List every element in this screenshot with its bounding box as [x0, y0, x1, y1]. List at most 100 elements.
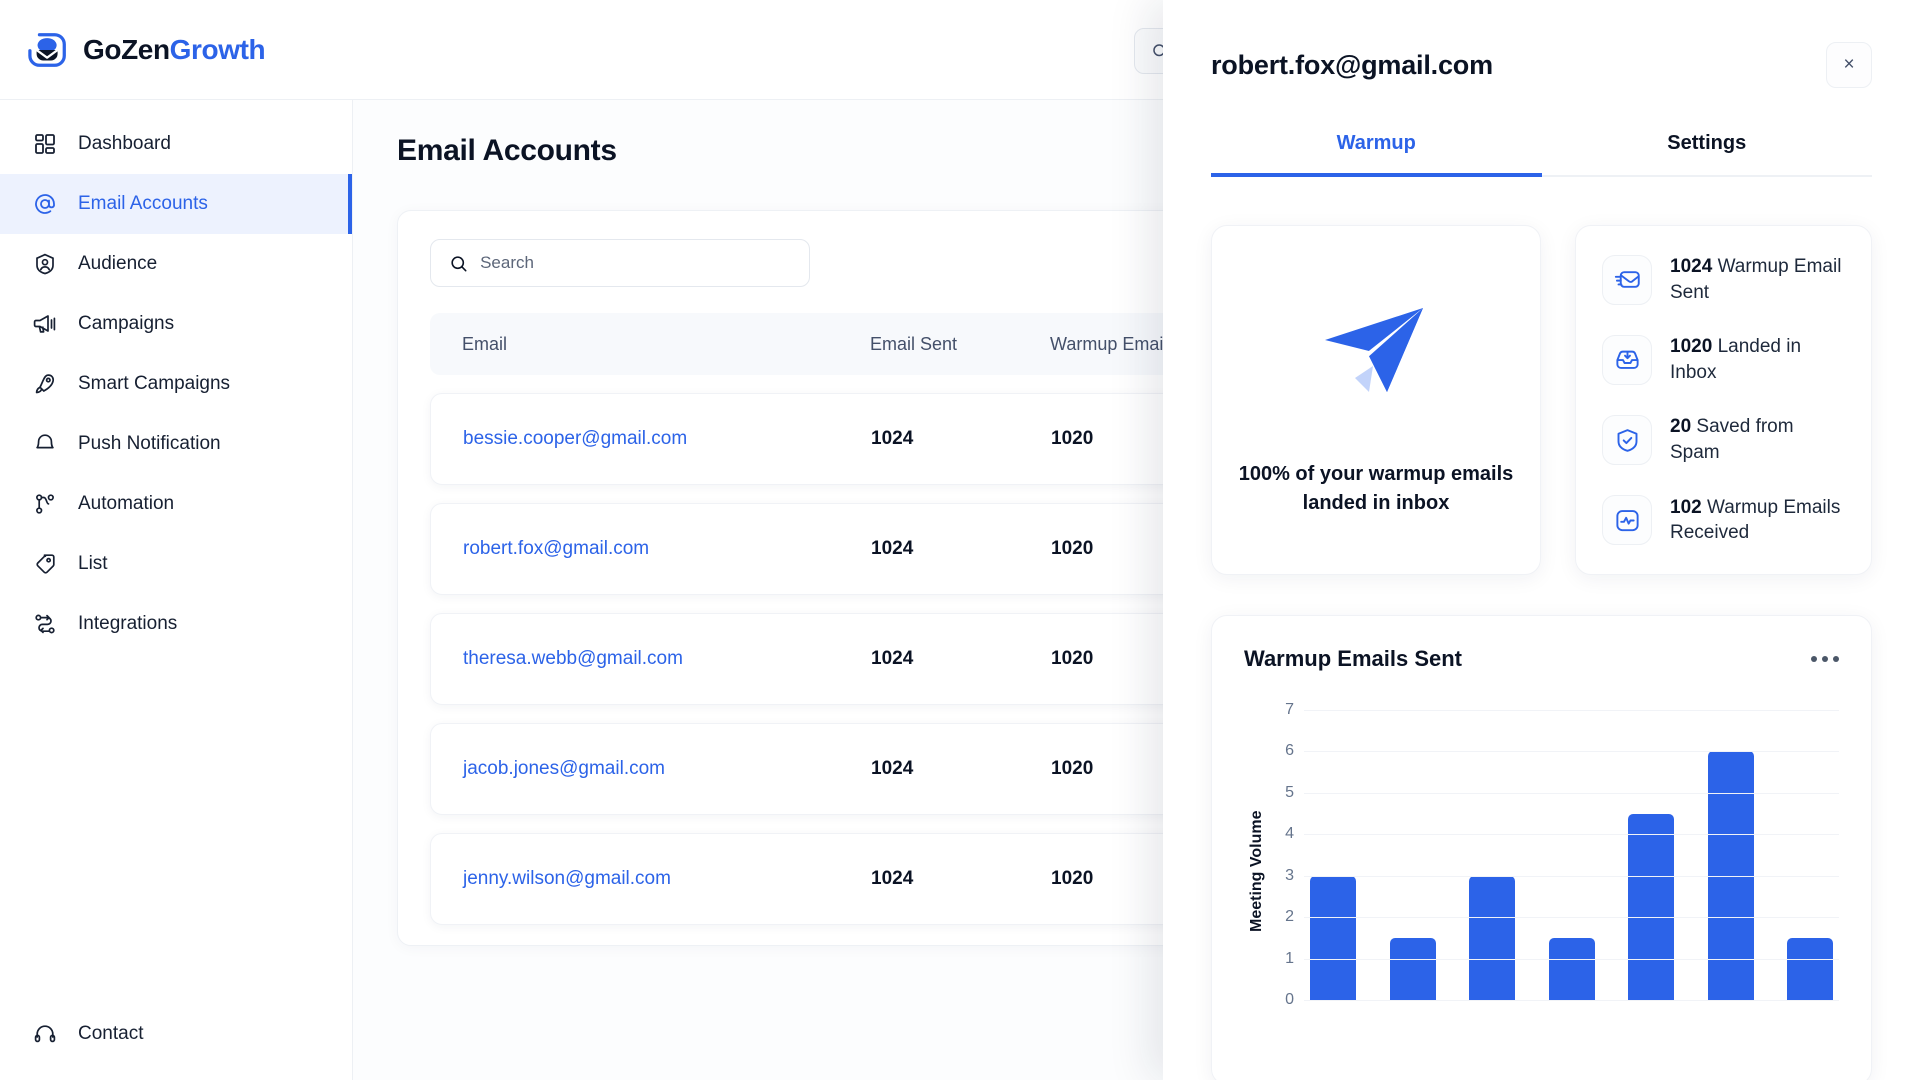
chart-header: Warmup Emails Sent	[1244, 646, 1839, 672]
activity-box-icon	[1602, 495, 1652, 546]
cell-email[interactable]: jenny.wilson@gmail.com	[463, 868, 871, 890]
at-sign-icon	[32, 191, 58, 217]
chart-gridline	[1304, 834, 1839, 836]
chart-gridline	[1304, 917, 1839, 919]
user-shield-icon	[32, 251, 58, 277]
node-branch-icon	[32, 491, 58, 517]
cell-email-sent: 1024	[871, 538, 914, 559]
paper-plane-icon	[1325, 308, 1423, 392]
stat-value: 102	[1670, 496, 1702, 518]
integrations-icon	[32, 611, 58, 637]
email-sent-icon	[1602, 254, 1652, 305]
headset-icon	[32, 1021, 58, 1047]
dashboard-grid-icon	[32, 131, 58, 157]
sidebar-item-label: Smart Campaigns	[78, 373, 231, 394]
sidebar-item-contact[interactable]: Contact	[0, 1004, 352, 1064]
megaphone-icon	[32, 311, 58, 337]
stat-text: 1020 Landed in Inbox	[1670, 334, 1845, 385]
more-horizontal-icon[interactable]	[1811, 656, 1839, 662]
chart-bars	[1304, 710, 1839, 1001]
sidebar-item-smart-campaigns[interactable]: Smart Campaigns	[0, 354, 352, 414]
sidebar-item-integrations[interactable]: Integrations	[0, 594, 352, 654]
sidebar: Dashboard Email Accounts Audience Campai…	[0, 100, 353, 1080]
stat-value: 1024	[1670, 256, 1713, 277]
stat-landed-in-inbox: 1020 Landed in Inbox	[1602, 334, 1845, 385]
chart-y-tick: 0	[1285, 991, 1294, 1008]
stat-text: 102 Warmup Emails Received	[1670, 495, 1845, 546]
stat-warmup-emails-received: 102 Warmup Emails Received	[1602, 495, 1845, 546]
cell-email[interactable]: bessie.cooper@gmail.com	[463, 428, 871, 450]
chart-gridline	[1304, 958, 1839, 960]
chart-bar[interactable]	[1469, 875, 1515, 1000]
cell-email[interactable]: theresa.webb@gmail.com	[463, 648, 871, 670]
sidebar-item-label: Dashboard	[78, 133, 171, 154]
close-icon[interactable]: ×	[1826, 42, 1872, 88]
sidebar-footer: Contact	[0, 1004, 352, 1064]
shield-check-icon	[1602, 415, 1652, 466]
sidebar-item-label: Push Notification	[78, 433, 221, 454]
inbox-placement-caption: 100% of your warmup emails landed in inb…	[1238, 463, 1514, 514]
chart-bar[interactable]	[1548, 937, 1595, 1000]
chart-bar[interactable]	[1389, 937, 1436, 1000]
sidebar-item-label: Campaigns	[78, 313, 175, 334]
chart-gridline	[1304, 792, 1839, 794]
stat-text: 20 Saved from Spam	[1670, 414, 1845, 465]
brand-name: GoZenGrowth	[83, 33, 266, 66]
table-search-input[interactable]	[480, 253, 791, 273]
chart-bar[interactable]	[1310, 875, 1356, 1000]
app-root: GoZenGrowth Dashboard	[0, 0, 1920, 1080]
table-search[interactable]	[430, 239, 810, 287]
sidebar-item-audience[interactable]: Audience	[0, 234, 352, 294]
chart-gridline	[1304, 1000, 1839, 1001]
column-header-email-sent[interactable]: Email Sent	[870, 334, 1050, 355]
bell-icon	[32, 431, 58, 457]
chart-y-tick: 6	[1285, 742, 1294, 760]
panel-header: robert.fox@gmail.com ×	[1211, 0, 1872, 88]
brand-name-part1: GoZen	[83, 33, 170, 65]
account-detail-panel: robert.fox@gmail.com × Warmup Settings 1…	[1163, 0, 1920, 1080]
tab-settings[interactable]: Settings	[1542, 132, 1873, 175]
cell-email-sent: 1024	[871, 648, 914, 669]
warmup-chart-card: Warmup Emails Sent Meeting Volume 7 6 5 4 3 2…	[1211, 615, 1872, 1080]
chart-bar[interactable]	[1628, 813, 1674, 1000]
sidebar-item-label: Audience	[78, 253, 158, 274]
panel-title: robert.fox@gmail.com	[1211, 49, 1493, 80]
cell-email[interactable]: jacob.jones@gmail.com	[463, 758, 871, 780]
sidebar-item-label: Email Accounts	[78, 193, 208, 214]
sidebar-item-label: Automation	[78, 493, 175, 514]
chart-gridline	[1304, 875, 1839, 877]
sidebar-item-label: List	[78, 553, 108, 574]
sidebar-item-automation[interactable]: Automation	[0, 474, 352, 534]
chart-y-axis-ticks: 7 6 5 4 3 2 1 0	[1270, 701, 1304, 1008]
chart-y-tick: 4	[1285, 825, 1294, 843]
chart-gridline	[1304, 751, 1839, 753]
tab-warmup[interactable]: Warmup	[1211, 132, 1542, 177]
rocket-icon	[32, 371, 58, 397]
sidebar-item-label: Integrations	[78, 613, 178, 634]
sidebar-item-list[interactable]: List	[0, 534, 352, 594]
chart-y-tick: 5	[1285, 783, 1294, 801]
inbox-placement-card: 100% of your warmup emails landed in inb…	[1211, 225, 1541, 575]
cell-email-sent: 1024	[871, 758, 914, 779]
search-icon	[451, 255, 467, 271]
cell-email[interactable]: robert.fox@gmail.com	[463, 538, 871, 560]
sidebar-item-push-notification[interactable]: Push Notification	[0, 414, 352, 474]
stat-saved-from-spam: 20 Saved from Spam	[1602, 414, 1845, 466]
panel-tabs: Warmup Settings	[1211, 132, 1872, 177]
warmup-stats-card: 1024 Warmup Email Sent 1020 Landed in In…	[1575, 225, 1872, 575]
sidebar-item-dashboard[interactable]: Dashboard	[0, 114, 352, 174]
brand-logo[interactable]: GoZenGrowth	[0, 29, 353, 71]
column-header-email[interactable]: Email	[462, 334, 870, 355]
summary-row: 100% of your warmup emails landed in inb…	[1211, 225, 1872, 575]
chart-bar[interactable]	[1787, 937, 1833, 1000]
stat-value: 1020	[1670, 336, 1713, 358]
chart-title: Warmup Emails Sent	[1244, 646, 1463, 671]
sidebar-item-email-accounts[interactable]: Email Accounts	[0, 174, 352, 234]
chart-y-tick: 1	[1285, 949, 1294, 967]
cell-email-sent: 1024	[871, 428, 914, 449]
inbox-download-icon	[1602, 334, 1652, 385]
stat-value: 20	[1670, 416, 1692, 438]
chart-y-axis-label: Meeting Volume	[1248, 810, 1265, 932]
sidebar-item-campaigns[interactable]: Campaigns	[0, 294, 352, 354]
brand-name-part2: Growth	[169, 33, 266, 65]
